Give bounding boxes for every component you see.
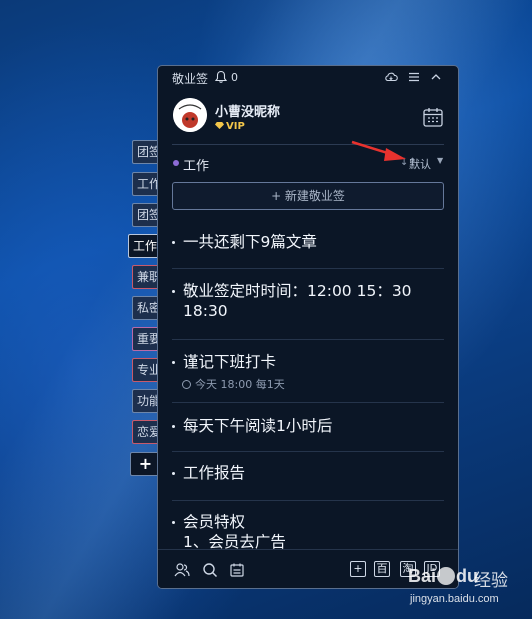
bullet — [172, 241, 175, 244]
note-divider — [172, 451, 444, 452]
note-divider — [172, 402, 444, 403]
side-tab-team-1[interactable]: 团签 — [132, 140, 160, 164]
search-icon[interactable] — [202, 562, 218, 578]
new-note-button[interactable]: + 新建敬业签 — [172, 182, 444, 210]
category-dot — [173, 160, 179, 166]
note-item[interactable]: 一共还剩下9篇文章 — [172, 232, 444, 256]
note-panel: 敬业签 0 小曹没昵称 VIP 工作 ↓↑ 默认 ▼ + 新建敬业签 一共还剩下… — [157, 65, 459, 589]
paw-icon — [437, 567, 456, 585]
side-tab-work-active[interactable]: 工作 — [128, 234, 160, 258]
note-text: 谨记下班打卡 — [183, 353, 277, 371]
baidu-jingyan-watermark: Bai du 经验 jingyan.baidu.com — [408, 566, 528, 610]
note-text: 会员特权 — [183, 513, 246, 531]
annotation-arrow — [351, 140, 406, 161]
bullet — [172, 361, 175, 364]
watermark-url: jingyan.baidu.com — [410, 593, 499, 605]
add-category-button[interactable]: + — [130, 452, 160, 476]
add-button[interactable]: + — [350, 561, 366, 577]
baidu-button[interactable]: 百 — [374, 561, 390, 577]
bullet — [172, 521, 175, 524]
note-item[interactable]: 工作报告 — [172, 463, 444, 487]
chevron-down-icon[interactable]: ▼ — [437, 156, 443, 165]
side-tab-function[interactable]: 功能 — [132, 389, 160, 413]
menu-icon[interactable] — [407, 70, 421, 84]
note-text: 工作报告 — [183, 464, 246, 482]
category-row: 工作 ↓↑ 默认 ▼ — [158, 152, 458, 174]
reminder-text: 今天 18:00 每1天 — [195, 378, 285, 391]
brand-text: Bai — [408, 566, 437, 586]
sort-dropdown[interactable]: 默认 — [409, 156, 431, 172]
note-text: 一共还剩下9篇文章 — [183, 233, 317, 251]
jingyan-label: 经验 — [474, 571, 508, 591]
side-tab-work-1[interactable]: 工作 — [132, 172, 160, 196]
diamond-icon — [215, 122, 224, 129]
avatar[interactable] — [173, 98, 207, 132]
bullet — [172, 290, 175, 293]
bell-icon[interactable] — [214, 70, 228, 84]
bullet — [172, 425, 175, 428]
side-tab-parttime[interactable]: 兼职 — [132, 265, 160, 289]
note-divider — [172, 268, 444, 269]
note-item[interactable]: 敬业签定时时间：12:00 15：30 18:30 — [172, 281, 444, 325]
note-text: 每天下午阅读1小时后 — [183, 417, 333, 435]
title-bar: 敬业签 0 — [158, 66, 458, 88]
note-text: 敬业签定时时间：12:00 15：30 18:30 — [183, 282, 412, 320]
side-tab-love[interactable]: 恋爱 — [132, 420, 160, 444]
baidu-logo: Bai du — [408, 566, 478, 587]
collapse-icon[interactable] — [429, 70, 443, 84]
clock-icon — [182, 380, 191, 389]
note-item[interactable]: 每天下午阅读1小时后 — [172, 416, 444, 440]
notification-count: 0 — [231, 71, 238, 84]
note-divider — [172, 339, 444, 340]
calendar-icon[interactable] — [422, 106, 444, 128]
app-title: 敬业签 — [172, 72, 209, 86]
vip-badge: VIP — [215, 121, 245, 132]
side-tab-important[interactable]: 重要 — [132, 327, 160, 351]
side-tab-private[interactable]: 私密 — [132, 296, 160, 320]
note-item[interactable]: 会员特权 1、会员去广告 — [172, 512, 444, 552]
note-divider — [172, 500, 444, 501]
profile-section: 小曹没昵称 VIP — [158, 90, 458, 144]
bullet — [172, 472, 175, 475]
vip-label: VIP — [226, 121, 245, 132]
side-tab-professional[interactable]: 专业 — [132, 358, 160, 382]
reminder-meta: 今天 18:00 每1天 — [182, 376, 285, 392]
contacts-icon[interactable] — [174, 562, 190, 578]
username: 小曹没昵称 — [215, 105, 281, 120]
side-tab-team-2[interactable]: 团签 — [132, 203, 160, 227]
note-item[interactable]: 谨记下班打卡 今天 18:00 每1天 — [172, 352, 444, 394]
calendar-list-icon[interactable] — [229, 562, 245, 578]
cloud-sync-icon[interactable] — [384, 70, 398, 84]
category-name: 工作 — [183, 159, 210, 174]
